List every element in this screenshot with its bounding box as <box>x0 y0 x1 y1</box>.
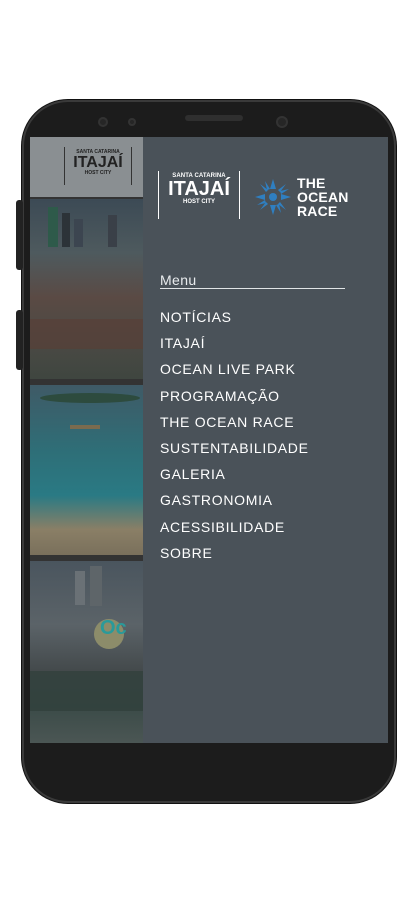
earpiece-speaker <box>185 115 243 121</box>
menu-item-itajai[interactable]: ITAJAÍ <box>160 330 309 356</box>
menu-item-programacao[interactable]: PROGRAMAÇÃO <box>160 383 309 409</box>
power-button <box>16 310 23 370</box>
front-camera-icon <box>276 116 288 128</box>
itajai-host-city-logo: SANTA CATARINA ITAJAÍ HOST CITY <box>158 171 240 219</box>
sensor-icon <box>128 118 136 126</box>
volume-button <box>16 200 23 270</box>
content-tile-park[interactable] <box>30 561 143 743</box>
menu-list: NOTÍCIAS ITAJAÍ OCEAN LIVE PARK PROGRAMA… <box>160 304 309 566</box>
menu-item-gastronomia[interactable]: GASTRONOMIA <box>160 487 309 513</box>
menu-item-galeria[interactable]: GALERIA <box>160 461 309 487</box>
menu-heading: Menu <box>160 272 197 288</box>
navigation-drawer: SANTA CATARINA ITAJAÍ HOST CITY THE OCEA… <box>143 137 388 743</box>
ocean-race-spiral-icon <box>255 179 291 215</box>
ocean-race-line-1: THE <box>297 175 326 191</box>
ocean-race-wordmark: THE OCEAN RACE <box>297 176 349 218</box>
menu-divider <box>160 288 345 289</box>
content-tile-city[interactable] <box>30 199 143 379</box>
menu-item-acessibilidade[interactable]: ACESSIBILIDADE <box>160 514 309 540</box>
logo-line-2: ITAJAÍ <box>73 154 123 171</box>
menu-item-sustentabilidade[interactable]: SUSTENTABILIDADE <box>160 435 309 461</box>
content-tile-beach[interactable] <box>30 385 143 555</box>
menu-item-sobre[interactable]: SOBRE <box>160 540 309 566</box>
menu-item-noticias[interactable]: NOTÍCIAS <box>160 304 309 330</box>
menu-item-the-ocean-race[interactable]: THE OCEAN RACE <box>160 409 309 435</box>
tile-overlay-text: Oc <box>100 617 127 639</box>
menu-item-ocean-live-park[interactable]: OCEAN LIVE PARK <box>160 356 309 382</box>
drawer-logos: SANTA CATARINA ITAJAÍ HOST CITY THE OCEA… <box>158 171 373 223</box>
ocean-race-line-3: RACE <box>297 203 338 219</box>
ocean-race-line-2: OCEAN <box>297 189 349 205</box>
app-header: SANTA CATARINA ITAJAÍ HOST CITY <box>30 137 143 197</box>
host-logo-line-2: ITAJAÍ <box>168 178 230 200</box>
screen: SANTA CATARINA ITAJAÍ HOST CITY Oc SANTA… <box>30 137 388 743</box>
the-ocean-race-logo: THE OCEAN RACE <box>253 175 378 219</box>
sensor-icon <box>98 117 108 127</box>
host-city-logo: SANTA CATARINA ITAJAÍ HOST CITY <box>64 147 132 185</box>
